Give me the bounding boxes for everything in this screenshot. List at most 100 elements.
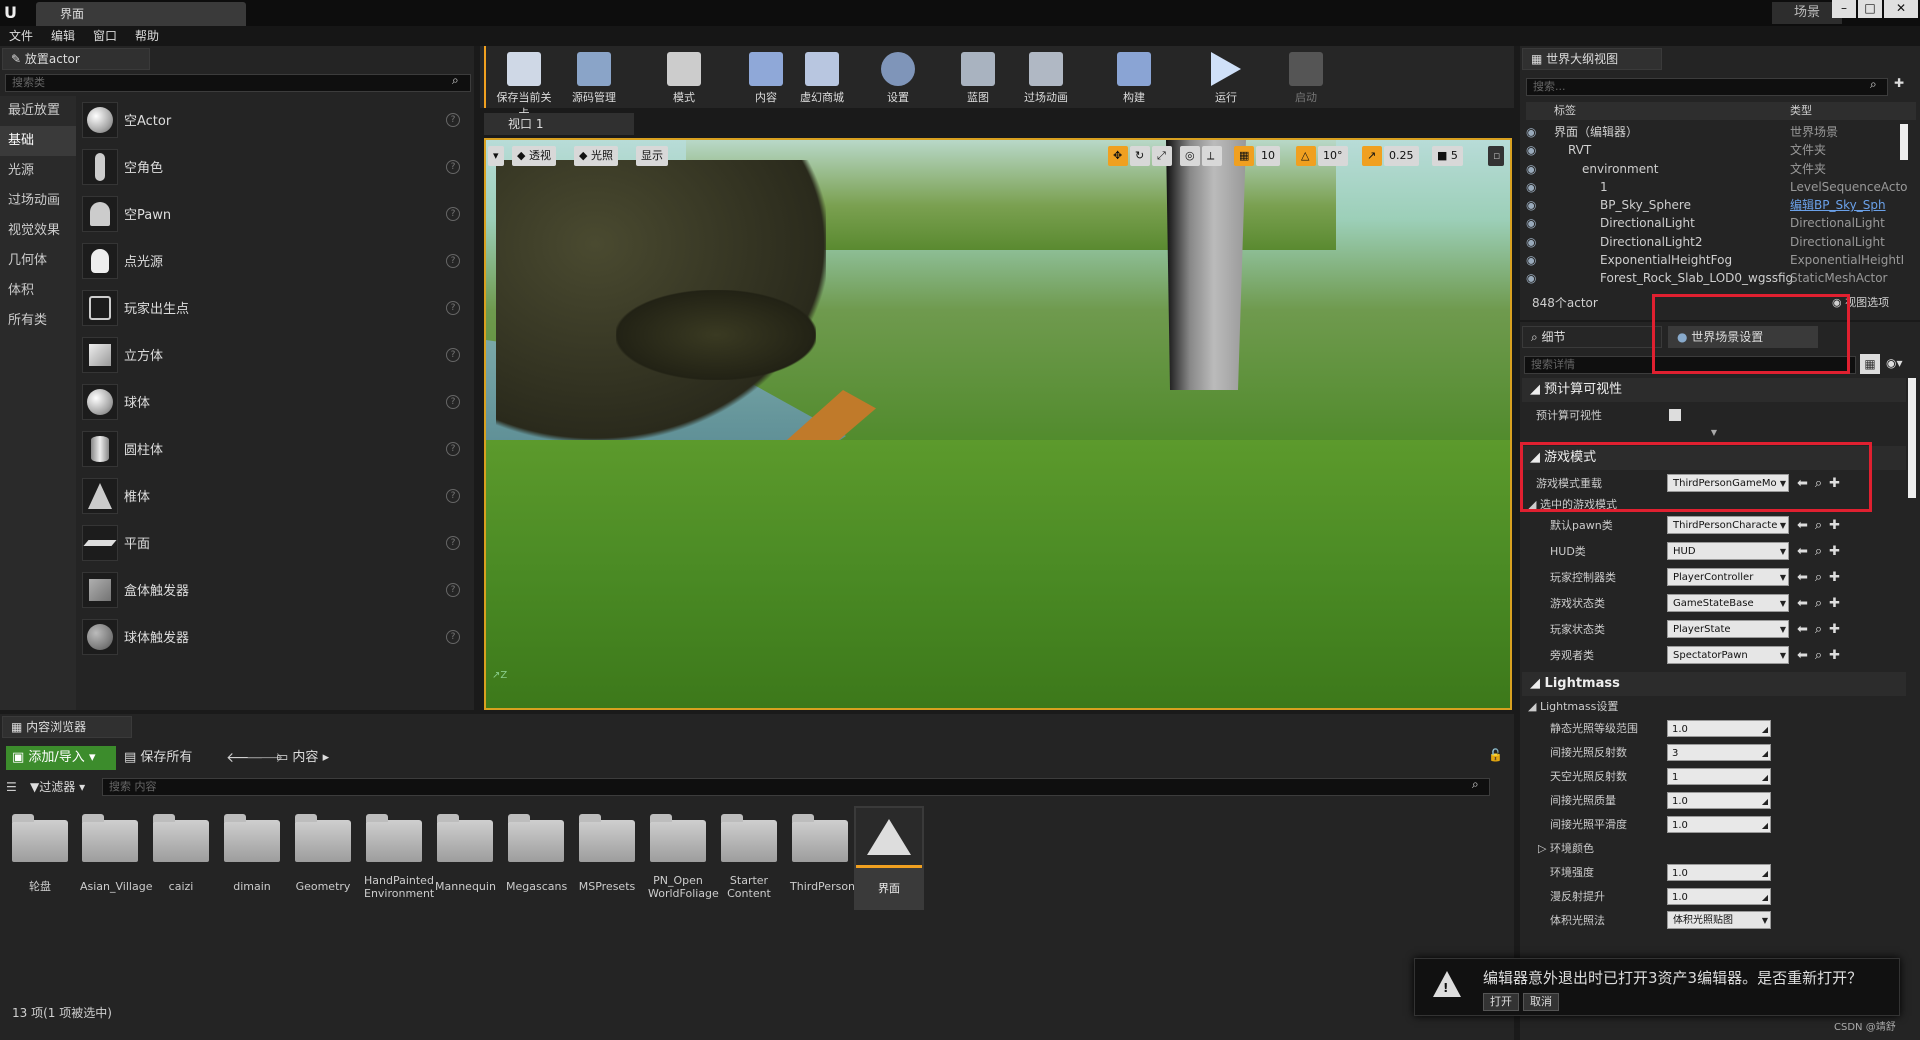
volume-lighting-method-dropdown[interactable]: 体积光照贴图 [1667, 911, 1771, 929]
filters-button[interactable]: ▼过滤器 ▾ [30, 778, 85, 796]
static-lighting-scale-input[interactable]: 1.0 [1667, 719, 1771, 738]
indirect-bounces-input[interactable]: 3 [1667, 743, 1771, 762]
actor-item[interactable]: 空角色? [80, 143, 470, 190]
expand-icon[interactable]: ▷ [1538, 842, 1550, 855]
help-icon[interactable]: ? [446, 582, 460, 597]
help-icon[interactable]: ? [446, 488, 460, 503]
launch-button[interactable]: 启动 [1276, 50, 1336, 106]
asset-actions-icons[interactable]: ⬅⌕✚ [1797, 622, 1847, 637]
scale-snap-icon[interactable]: ↗ [1362, 146, 1382, 166]
category-volumes[interactable]: 体积 [0, 276, 76, 306]
folder-tile[interactable]: dimain [222, 814, 282, 893]
viewport[interactable]: ↗Z [484, 138, 1512, 710]
help-icon[interactable]: ? [446, 347, 460, 362]
help-icon[interactable]: ? [446, 629, 460, 644]
actor-item[interactable]: 点光源? [80, 237, 470, 284]
asset-actions-icons[interactable]: ⬅⌕✚ [1797, 596, 1847, 611]
category-visual-effects[interactable]: 视觉效果 [0, 216, 76, 246]
grid-view-icon[interactable]: ▦ [1860, 354, 1880, 374]
outliner-row[interactable]: ◉ 界面（编辑器） 世界场景 [1526, 123, 1898, 141]
outliner-scroll-thumb[interactable] [1900, 124, 1908, 160]
eye-icon[interactable]: ◉ [1526, 196, 1536, 214]
actor-item[interactable]: 平面? [80, 519, 470, 566]
asset-actions-icons[interactable]: ⬅⌕✚ [1797, 518, 1847, 533]
outliner-search-input[interactable]: 搜索... [1526, 78, 1888, 96]
place-actors-tab[interactable]: ✎ 放置actor [2, 48, 150, 70]
spectator-dropdown[interactable]: SpectatorPawn [1667, 646, 1789, 664]
col-label[interactable]: 标签 [1554, 102, 1576, 120]
save-all-button[interactable]: ▤ 保存所有 [124, 746, 192, 770]
actor-item[interactable]: 空Pawn? [80, 190, 470, 237]
folder-tile[interactable]: PN_Open WorldFoliage [648, 814, 719, 900]
environment-intensity-input[interactable]: 1.0 [1667, 863, 1771, 882]
folder-tile[interactable]: Asian_Village [80, 814, 152, 893]
outliner-row[interactable]: ◉ RVT 文件夹 [1526, 141, 1898, 159]
precomputed-visibility-checkbox[interactable] [1669, 409, 1681, 421]
lit-button[interactable]: ◆ 光照 [574, 146, 618, 166]
indirect-smoothness-input[interactable]: 1.0 [1667, 815, 1771, 834]
folder-tile[interactable]: Megascans [506, 814, 567, 893]
help-icon[interactable]: ? [446, 253, 460, 268]
settings-button[interactable]: 设置 [868, 50, 928, 106]
category-geometry[interactable]: 几何体 [0, 246, 76, 276]
outliner-row[interactable]: ◉ Forest_Rock_Slab_LOD0_wgssfig StaticMesh… [1526, 269, 1898, 287]
sources-toggle-icon[interactable]: ☰ [6, 780, 17, 794]
help-icon[interactable]: ? [446, 535, 460, 550]
outliner-row[interactable]: ◉ DirectionalLight DirectionalLight [1526, 214, 1898, 232]
col-type[interactable]: 类型 [1790, 102, 1812, 120]
row-type-link[interactable]: 编辑BP_Sky_Sph [1790, 196, 1886, 214]
asset-actions-icons[interactable]: ⬅⌕✚ [1797, 570, 1847, 585]
eye-icon[interactable]: ◉ [1526, 269, 1536, 287]
category-recent[interactable]: 最近放置 [0, 96, 76, 126]
help-icon[interactable]: ? [446, 206, 460, 221]
diffuse-boost-input[interactable]: 1.0 [1667, 887, 1771, 906]
default-pawn-dropdown[interactable]: ThirdPersonCharacte [1667, 516, 1789, 534]
details-scroll-thumb[interactable] [1908, 378, 1916, 498]
actor-item[interactable]: 空Actor? [80, 96, 470, 143]
indirect-quality-input[interactable]: 1.0 [1667, 791, 1771, 810]
outliner-row[interactable]: ◉ ExponentialHeightFog ExponentialHeightI [1526, 251, 1904, 269]
viewport-tab[interactable]: 视口 1 [484, 113, 634, 135]
menu-help[interactable]: 帮助 [126, 26, 168, 46]
rotate-tool-icon[interactable]: ↻ [1130, 146, 1150, 166]
menu-edit[interactable]: 编辑 [42, 26, 84, 46]
close-button[interactable]: ✕ [1884, 0, 1918, 18]
modes-button[interactable]: 模式 [654, 50, 714, 106]
section-precomputed-visibility[interactable]: ◢ 预计算可视性 [1522, 378, 1906, 402]
skylight-bounces-input[interactable]: 1 [1667, 767, 1771, 786]
surface-snap-icon[interactable]: ⟂ [1202, 146, 1222, 166]
folder-tile[interactable]: Starter Content [719, 814, 779, 900]
grid-snap-value[interactable]: 10 [1256, 146, 1280, 166]
outliner-row[interactable]: ◉ environment 文件夹 [1526, 160, 1898, 178]
blueprints-button[interactable]: 蓝图 [948, 50, 1008, 106]
category-basic[interactable]: 基础 [0, 126, 76, 156]
path-breadcrumb[interactable]: ▭ 内容 ▸ [276, 746, 329, 770]
category-cinematic[interactable]: 过场动画 [0, 186, 76, 216]
actor-item[interactable]: 球体触发器? [80, 613, 470, 660]
scale-tool-icon[interactable]: ⤢ [1152, 146, 1172, 166]
asset-actions-icons[interactable]: ⬅⌕✚ [1797, 648, 1847, 663]
actor-item[interactable]: 球体? [80, 378, 470, 425]
actor-item[interactable]: 盒体触发器? [80, 566, 470, 613]
lightmass-settings-group[interactable]: ◢ Lightmass设置 [1522, 696, 1906, 716]
actor-item[interactable]: 椎体? [80, 472, 470, 519]
world-outliner-tab[interactable]: ▦ 世界大纲视图 [1522, 48, 1662, 70]
hud-class-dropdown[interactable]: HUD [1667, 542, 1789, 560]
translate-tool-icon[interactable]: ✥ [1108, 146, 1128, 166]
visibility-icon[interactable]: ◉▾ [1886, 356, 1903, 370]
help-icon[interactable]: ? [446, 112, 460, 127]
scale-snap-value[interactable]: 0.25 [1384, 146, 1419, 166]
level-asset-tile[interactable]: 界面 [854, 806, 924, 910]
save-level-button[interactable]: 保存当前关卡 [492, 50, 556, 120]
minimize-button[interactable]: – [1832, 0, 1856, 18]
actor-item[interactable]: 圆柱体? [80, 425, 470, 472]
details-tab[interactable]: ⌕ 细节 [1522, 326, 1662, 348]
eye-icon[interactable]: ◉ [1526, 141, 1536, 159]
maximize-button[interactable]: □ [1858, 0, 1882, 18]
menu-file[interactable]: 文件 [0, 26, 42, 46]
content-search-input[interactable]: 搜索 内容 [102, 778, 1490, 796]
outliner-row[interactable]: ◉ BP_Sky_Sphere 编辑BP_Sky_Sph [1526, 196, 1898, 214]
viewport-options-button[interactable]: ▾ [488, 146, 504, 166]
level-tab[interactable]: 界面 [36, 2, 246, 26]
menu-window[interactable]: 窗口 [84, 26, 126, 46]
